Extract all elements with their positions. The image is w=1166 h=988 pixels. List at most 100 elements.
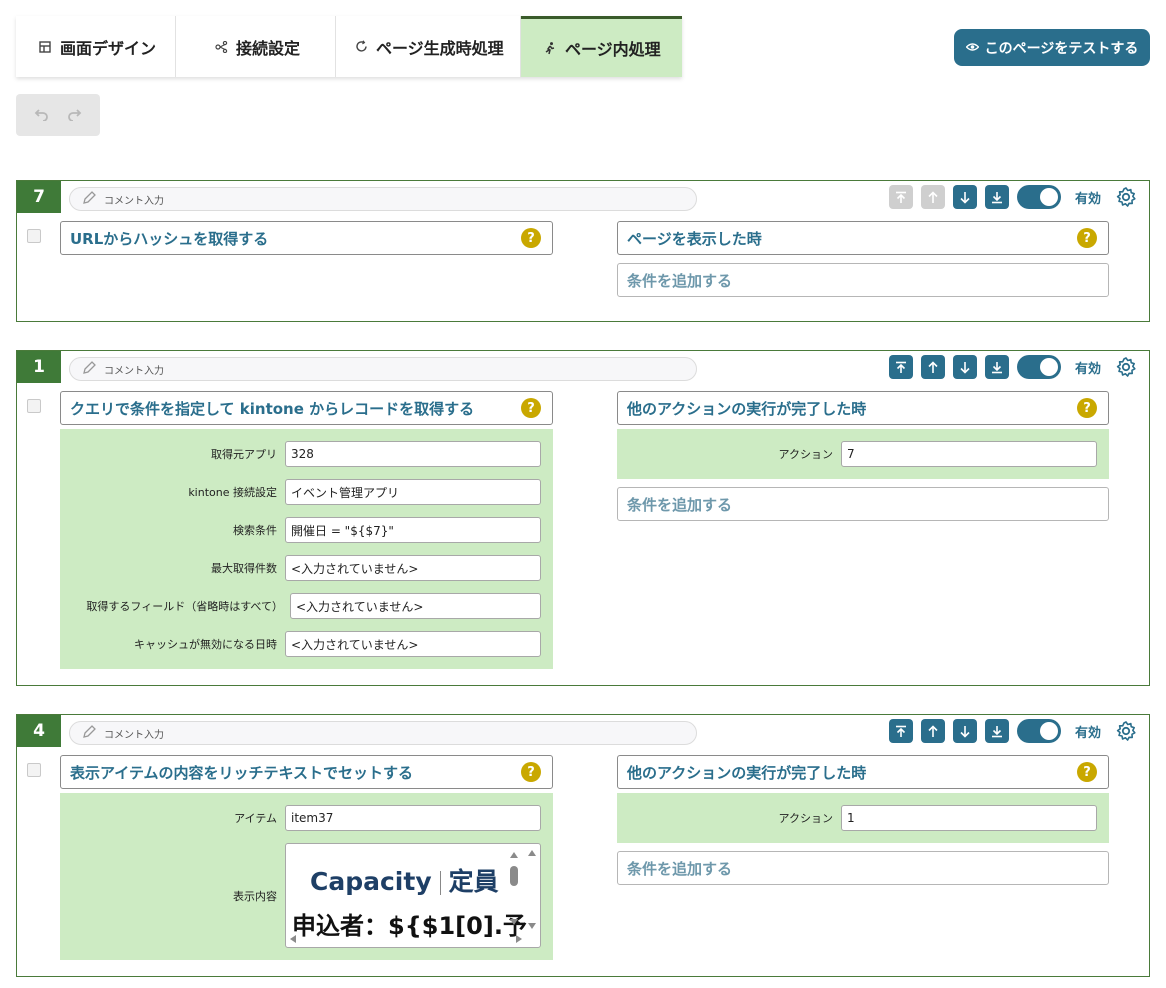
param-row: kintone 接続設定 イベント管理アプリ	[60, 479, 553, 505]
param-row: キャッシュが無効になる日時 <入力されていません>	[60, 631, 553, 657]
param-label: キャッシュが無効になる日時	[134, 638, 277, 651]
param-input[interactable]: 7	[841, 441, 1097, 467]
trigger-params: アクション 7	[617, 429, 1109, 479]
tab-connection-settings[interactable]: 接続設定	[176, 16, 336, 77]
select-checkbox[interactable]	[27, 399, 41, 413]
tab-in-page-processing[interactable]: ページ内処理	[521, 16, 682, 77]
param-input[interactable]: <入力されていません>	[285, 555, 541, 581]
comment-input[interactable]: コメント入力	[69, 187, 697, 211]
move-bottom-button[interactable]	[984, 355, 1009, 379]
trigger-params: アクション 1	[617, 793, 1109, 843]
param-row: アイテム item37	[60, 805, 553, 831]
block-number: 4	[17, 715, 61, 747]
tab-bar: 画面デザイン 接続設定 ページ生成時処理 ページ内処理	[16, 16, 682, 77]
inner-vertical-scrollbar[interactable]	[508, 846, 520, 929]
enabled-label: 有効	[1074, 191, 1101, 207]
select-checkbox[interactable]	[27, 763, 41, 777]
horizontal-scrollbar[interactable]	[288, 933, 524, 945]
running-person-icon	[543, 41, 557, 55]
param-input[interactable]: 開催日 = "${$7}"	[285, 517, 541, 543]
pencil-icon	[82, 360, 96, 378]
param-input[interactable]: 1	[841, 805, 1097, 831]
add-condition-button[interactable]: 条件を追加する	[617, 487, 1109, 521]
help-icon[interactable]: ?	[1077, 398, 1097, 418]
tab-label: ページ生成時処理	[376, 38, 504, 58]
enabled-label: 有効	[1074, 725, 1101, 741]
add-condition-button[interactable]: 条件を追加する	[617, 263, 1109, 297]
action-block: 7 コメント入力 有効 URLからハッシュを取得する ? ページを表示した時 ?…	[16, 180, 1150, 322]
param-row: アクション 7	[617, 441, 1109, 467]
trigger-title[interactable]: 他のアクションの実行が完了した時 ?	[617, 755, 1109, 789]
tab-label: ページ内処理	[565, 40, 661, 59]
gear-icon[interactable]	[1113, 354, 1139, 380]
rich-text-ja: 定員	[448, 867, 499, 896]
trigger-title-text: 他のアクションの実行が完了した時	[627, 399, 867, 418]
action-title-text: URLからハッシュを取得する	[70, 229, 269, 248]
move-top-button[interactable]	[888, 719, 913, 743]
block-number: 7	[17, 181, 61, 213]
move-up-button[interactable]	[920, 719, 945, 743]
comment-input[interactable]: コメント入力	[69, 721, 697, 745]
add-condition-label: 条件を追加する	[627, 495, 733, 514]
select-checkbox[interactable]	[27, 229, 41, 243]
trigger-title-text: 他のアクションの実行が完了した時	[627, 763, 867, 782]
block-number: 1	[17, 351, 61, 383]
tab-page-generation[interactable]: ページ生成時処理	[336, 16, 521, 77]
help-icon[interactable]: ?	[521, 398, 541, 418]
param-input[interactable]: イベント管理アプリ	[285, 479, 541, 505]
undo-icon[interactable]	[33, 106, 49, 125]
param-row: 検索条件 開催日 = "${$7}"	[60, 517, 553, 543]
move-down-button[interactable]	[952, 719, 977, 743]
param-label: 最大取得件数	[211, 562, 277, 575]
help-icon[interactable]: ?	[1077, 762, 1097, 782]
tab-screen-design[interactable]: 画面デザイン	[16, 16, 176, 77]
action-title[interactable]: URLからハッシュを取得する ?	[60, 221, 553, 255]
enable-toggle[interactable]	[1016, 355, 1061, 379]
move-up-button[interactable]	[920, 185, 945, 209]
tab-label: 接続設定	[236, 38, 301, 58]
help-icon[interactable]: ?	[521, 228, 541, 248]
layout-icon	[38, 40, 52, 54]
block-controls: 有効	[888, 184, 1139, 210]
block-controls: 有効	[888, 718, 1139, 744]
test-page-label: このページをテストする	[984, 40, 1139, 57]
trigger-title[interactable]: ページを表示した時 ?	[617, 221, 1109, 255]
trigger-title[interactable]: 他のアクションの実行が完了した時 ?	[617, 391, 1109, 425]
param-input[interactable]: <入力されていません>	[285, 631, 541, 657]
param-input[interactable]: <入力されていません>	[290, 593, 541, 619]
help-icon[interactable]: ?	[521, 762, 541, 782]
enabled-label: 有効	[1074, 361, 1101, 377]
enable-toggle[interactable]	[1016, 185, 1061, 209]
test-page-button[interactable]: このページをテストする	[954, 29, 1150, 66]
param-input[interactable]: item37	[285, 805, 541, 831]
param-label: 取得元アプリ	[211, 448, 277, 461]
comment-input[interactable]: コメント入力	[69, 357, 697, 381]
add-condition-button[interactable]: 条件を追加する	[617, 851, 1109, 885]
param-input[interactable]: 328	[285, 441, 541, 467]
action-title[interactable]: 表示アイテムの内容をリッチテキストでセットする ?	[60, 755, 553, 789]
move-down-button[interactable]	[952, 185, 977, 209]
action-block: 4 コメント入力 有効 表示アイテムの内容をリッチテキストでセットする ? アイ…	[16, 714, 1150, 977]
rich-text-editor[interactable]: Capacity 定員 申込者：${$1[0].予	[285, 843, 541, 948]
param-row: 取得するフィールド（省略時はすべて） <入力されていません>	[60, 593, 553, 619]
move-bottom-button[interactable]	[984, 719, 1009, 743]
gear-icon[interactable]	[1113, 718, 1139, 744]
enable-toggle[interactable]	[1016, 719, 1061, 743]
move-bottom-button[interactable]	[984, 185, 1009, 209]
move-top-button[interactable]	[888, 185, 913, 209]
connection-icon	[214, 40, 228, 54]
move-top-button[interactable]	[888, 355, 913, 379]
gear-icon[interactable]	[1113, 184, 1139, 210]
help-icon[interactable]: ?	[1077, 228, 1097, 248]
move-down-button[interactable]	[952, 355, 977, 379]
comment-placeholder: コメント入力	[104, 365, 164, 377]
vertical-scrollbar[interactable]	[526, 846, 538, 929]
tab-label: 画面デザイン	[60, 38, 157, 58]
move-up-button[interactable]	[920, 355, 945, 379]
comment-placeholder: コメント入力	[104, 729, 164, 741]
block-controls: 有効	[888, 354, 1139, 380]
param-row: アクション 1	[617, 805, 1109, 831]
action-title[interactable]: クエリで条件を指定して kintone からレコードを取得する ?	[60, 391, 553, 425]
param-label: アクション	[778, 448, 833, 461]
redo-icon[interactable]	[67, 106, 83, 125]
